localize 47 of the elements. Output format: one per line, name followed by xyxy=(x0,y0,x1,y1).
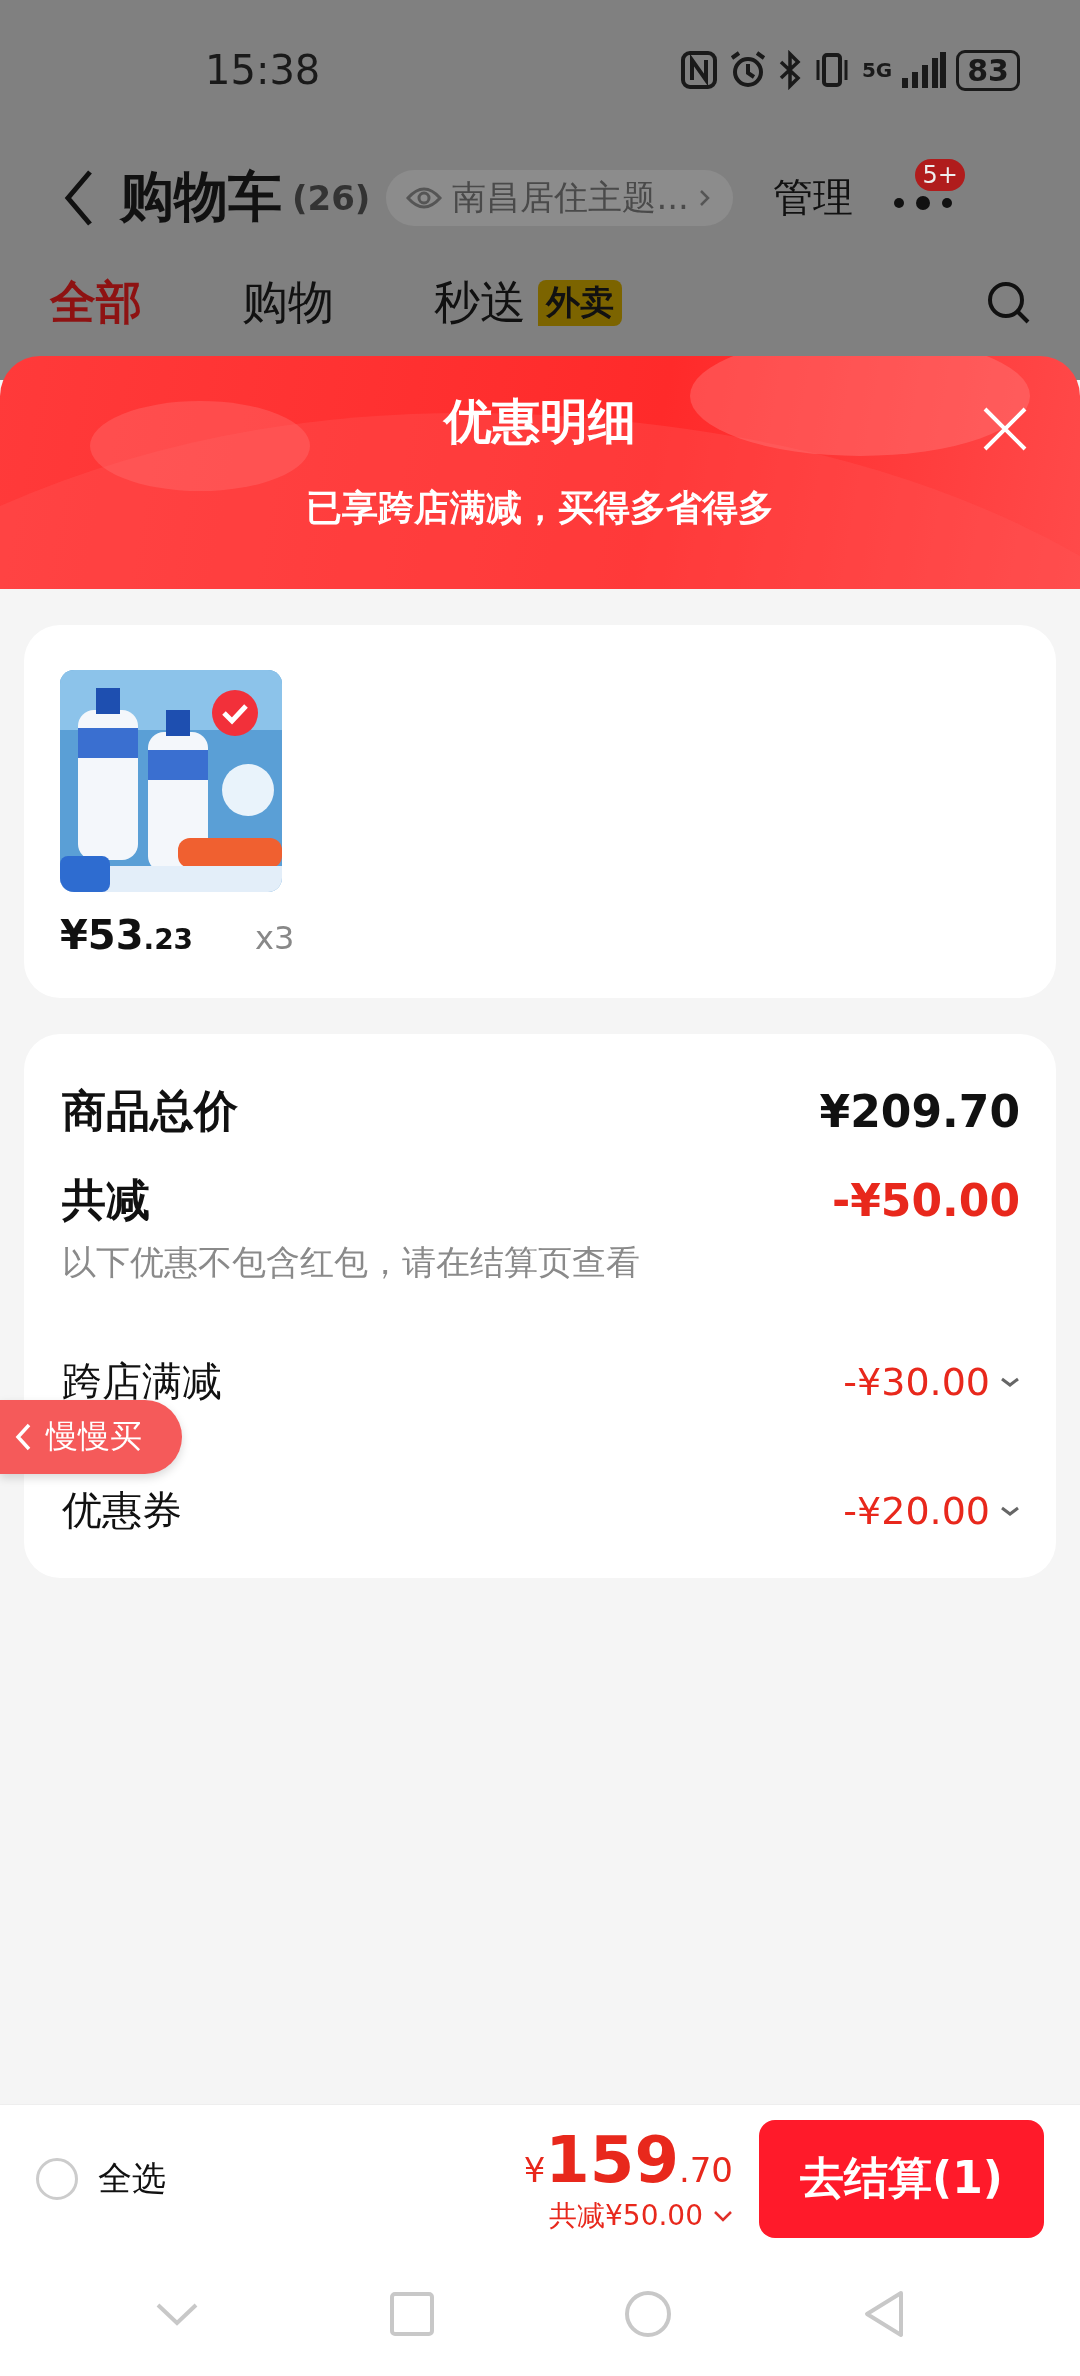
item-price: ¥53 xyxy=(60,912,144,958)
sheet-subtitle: 已享跨店满减，买得多省得多 xyxy=(306,486,774,530)
eye-icon xyxy=(406,185,443,210)
notification-badge: 5+ xyxy=(915,158,965,191)
discount-amount: -¥20.00 xyxy=(843,1488,990,1533)
nfc-icon xyxy=(679,50,718,90)
network-label: 5G xyxy=(861,58,893,82)
total-amount: 159 xyxy=(545,2122,679,2197)
sheet-title: 优惠明细 xyxy=(444,392,636,451)
chevron-right-icon xyxy=(698,187,711,208)
reduction-note: 以下优惠不包含红包，请在结算页查看 xyxy=(62,1241,641,1284)
cart-count: (26) xyxy=(292,177,371,218)
float-button-label: 慢慢买 xyxy=(46,1416,142,1457)
select-all-radio[interactable] xyxy=(36,2157,78,2200)
search-icon[interactable] xyxy=(986,279,1032,326)
discount-amount: -¥30.00 xyxy=(843,1359,990,1404)
total-currency: ¥ xyxy=(523,2149,546,2190)
close-icon[interactable] xyxy=(982,406,1028,452)
saved-amount: 共减¥50.00 xyxy=(549,2197,703,2234)
reduction-label: 共减 xyxy=(62,1173,150,1227)
bluetooth-icon xyxy=(777,50,802,90)
total-value: ¥209.70 xyxy=(819,1086,1020,1137)
chevron-down-icon[interactable] xyxy=(713,2209,733,2222)
status-time: 15:38 xyxy=(205,47,321,93)
category-tab[interactable]: 购物 xyxy=(242,271,334,334)
signal-icon xyxy=(902,52,947,88)
total-decimal: .70 xyxy=(678,2149,733,2190)
location-text: 南昌居住主题... xyxy=(452,175,689,219)
manage-button[interactable]: 管理 xyxy=(772,170,853,225)
item-price-decimal: .23 xyxy=(143,923,194,956)
checkout-button[interactable]: 去结算(1) xyxy=(759,2119,1044,2238)
category-tab[interactable]: 秒送 xyxy=(434,271,526,334)
category-tab[interactable]: 全部 xyxy=(50,271,142,334)
tab-tag: 外卖 xyxy=(538,279,622,326)
item-quantity: x3 xyxy=(255,919,295,957)
reduction-value: -¥50.00 xyxy=(831,1175,1020,1226)
select-all-label: 全选 xyxy=(98,2156,166,2200)
float-button[interactable]: 慢慢买 xyxy=(0,1400,182,1474)
checkmark-icon[interactable] xyxy=(212,690,258,736)
chevron-left-icon xyxy=(14,1422,32,1452)
page-title: 购物车 xyxy=(120,164,282,230)
total-label: 商品总价 xyxy=(62,1084,238,1138)
battery-indicator: 83 xyxy=(956,49,1020,91)
location-chip[interactable]: 南昌居住主题... xyxy=(386,169,733,226)
chevron-down-icon[interactable] xyxy=(1000,1504,1020,1517)
discount-label: 优惠券 xyxy=(62,1486,182,1535)
chevron-down-icon[interactable] xyxy=(1000,1375,1020,1388)
